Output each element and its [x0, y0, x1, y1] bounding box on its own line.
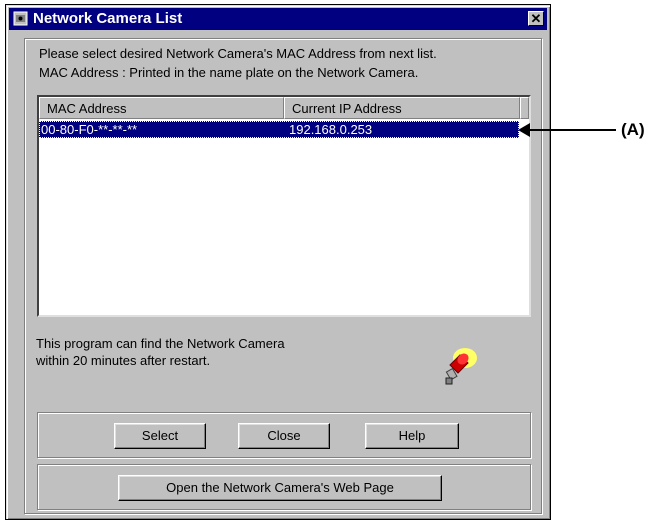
mac-address-cell: 00-80-F0-**-**-**	[41, 122, 138, 137]
title-bar[interactable]: Network Camera List ✕	[9, 8, 547, 30]
search-note-line-2: within 20 minutes after restart.	[36, 353, 211, 368]
instruction-line-2: MAC Address : Printed in the name plate …	[39, 65, 419, 80]
instruction-line-1: Please select desired Network Camera's M…	[39, 46, 437, 61]
select-button[interactable]: Select	[114, 423, 206, 449]
ip-address-cell: 192.168.0.253	[289, 122, 373, 137]
close-button[interactable]: Close	[238, 423, 330, 449]
window-title: Network Camera List	[33, 10, 183, 27]
table-row[interactable]: 00-80-F0-**-**-** 192.168.0.253	[39, 121, 519, 138]
callout-label: (A)	[621, 120, 645, 139]
web-page-button-group: Open the Network Camera's Web Page	[37, 464, 531, 510]
column-header-ip[interactable]: Current IP Address	[284, 97, 520, 119]
search-note-line-1: This program can find the Network Camera	[36, 336, 285, 351]
close-window-button[interactable]: ✕	[528, 11, 544, 26]
app-window-icon	[13, 11, 28, 26]
open-web-page-button[interactable]: Open the Network Camera's Web Page	[118, 475, 442, 501]
network-camera-icon	[445, 348, 477, 385]
camera-list[interactable]: MAC Address Current IP Address 00-80-F0-…	[37, 95, 531, 317]
action-button-group: Select Close Help	[37, 412, 531, 458]
help-button[interactable]: Help	[365, 423, 459, 449]
column-header-mac[interactable]: MAC Address	[39, 97, 284, 119]
close-icon: ✕	[530, 11, 542, 26]
column-header-filler	[520, 97, 529, 119]
callout-arrow	[518, 123, 616, 137]
